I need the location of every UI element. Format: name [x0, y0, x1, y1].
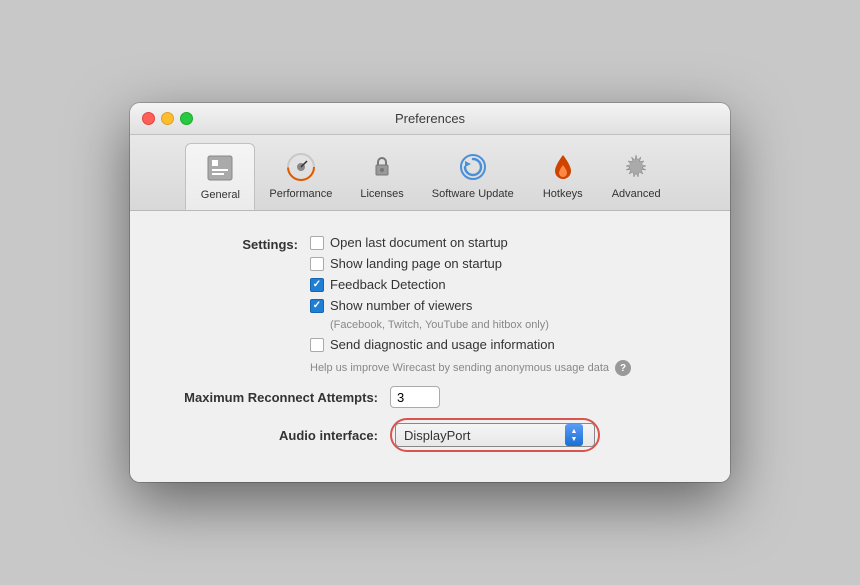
tab-software-update[interactable]: Software Update	[418, 143, 528, 210]
tab-general[interactable]: General	[185, 143, 255, 210]
tab-software-update-label: Software Update	[432, 188, 514, 200]
tab-performance[interactable]: Performance	[255, 143, 346, 210]
hint-text: (Facebook, Twitch, YouTube and hitbox on…	[330, 319, 631, 331]
audio-select-wrapper: DisplayPort Built-in Output HDMI System …	[390, 418, 600, 452]
checkbox-row-show-landing: Show landing page on startup	[310, 256, 631, 271]
checkbox-diagnostic[interactable]	[310, 338, 324, 352]
checkbox-row-show-viewers: Show number of viewers	[310, 298, 631, 313]
titlebar: Preferences	[130, 103, 730, 135]
select-container: DisplayPort Built-in Output HDMI System …	[395, 423, 595, 447]
tab-licenses[interactable]: Licenses	[346, 143, 417, 210]
preferences-window: Preferences General	[130, 103, 730, 482]
checkbox-show-landing-label: Show landing page on startup	[330, 256, 502, 271]
help-text: Help us improve Wirecast by sending anon…	[310, 362, 609, 374]
general-icon	[202, 150, 238, 186]
tab-hotkeys[interactable]: Hotkeys	[528, 143, 598, 210]
reconnect-row: Maximum Reconnect Attempts:	[160, 386, 700, 408]
checkbox-open-last-label: Open last document on startup	[330, 235, 508, 250]
reconnect-label: Maximum Reconnect Attempts:	[160, 390, 390, 405]
tab-performance-label: Performance	[269, 188, 332, 200]
tab-hotkeys-label: Hotkeys	[543, 188, 583, 200]
advanced-icon	[618, 149, 654, 185]
checkbox-feedback[interactable]	[310, 278, 324, 292]
checkbox-row-feedback: Feedback Detection	[310, 277, 631, 292]
tab-advanced[interactable]: Advanced	[598, 143, 675, 210]
reconnect-input[interactable]	[390, 386, 440, 408]
help-row: Help us improve Wirecast by sending anon…	[310, 360, 631, 376]
checkbox-row-open-last: Open last document on startup	[310, 235, 631, 250]
tab-advanced-label: Advanced	[612, 188, 661, 200]
software-update-icon	[455, 149, 491, 185]
hotkeys-icon	[545, 149, 581, 185]
checkbox-show-viewers-label: Show number of viewers	[330, 298, 472, 313]
close-button[interactable]	[142, 112, 155, 125]
content-area: Settings: Open last document on startup …	[130, 211, 730, 482]
tab-licenses-label: Licenses	[360, 188, 403, 200]
tab-general-label: General	[201, 189, 240, 201]
checkbox-row-diagnostic: Send diagnostic and usage information	[310, 337, 631, 352]
checkbox-open-last[interactable]	[310, 236, 324, 250]
settings-section: Settings: Open last document on startup …	[160, 235, 700, 376]
audio-label: Audio interface:	[160, 428, 390, 443]
audio-interface-select[interactable]: DisplayPort Built-in Output HDMI System …	[395, 423, 595, 447]
toolbar: General Performance	[130, 135, 730, 211]
traffic-lights	[142, 112, 193, 125]
checkbox-show-landing[interactable]	[310, 257, 324, 271]
settings-label: Settings:	[160, 235, 310, 376]
performance-icon	[283, 149, 319, 185]
help-badge[interactable]: ?	[615, 360, 631, 376]
checkbox-feedback-label: Feedback Detection	[330, 277, 446, 292]
minimize-button[interactable]	[161, 112, 174, 125]
window-title: Preferences	[395, 111, 465, 126]
checkbox-show-viewers[interactable]	[310, 299, 324, 313]
licenses-icon	[364, 149, 400, 185]
settings-controls: Open last document on startup Show landi…	[310, 235, 631, 376]
audio-row: Audio interface: DisplayPort Built-in Ou…	[160, 418, 700, 452]
checkbox-diagnostic-label: Send diagnostic and usage information	[330, 337, 555, 352]
maximize-button[interactable]	[180, 112, 193, 125]
